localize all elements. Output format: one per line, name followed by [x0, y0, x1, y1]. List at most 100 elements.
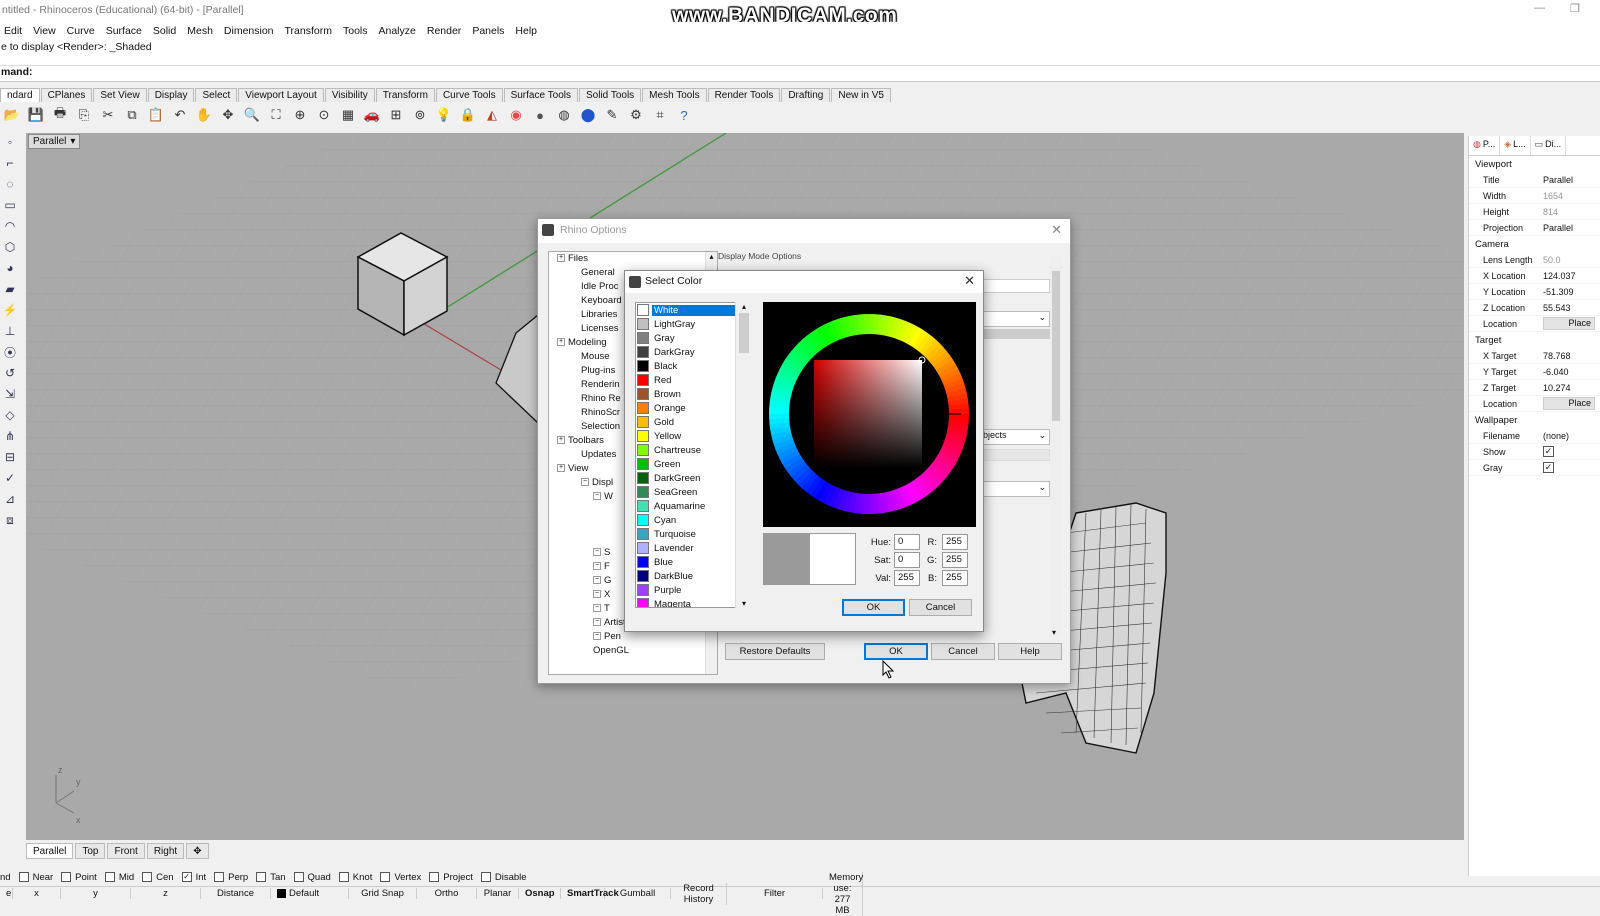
- property-value[interactable]: Parallel: [1543, 175, 1600, 185]
- hue-segment[interactable]: [769, 413, 790, 420]
- left-tool-18-icon[interactable]: ⧈: [2, 512, 18, 528]
- brush-icon[interactable]: ✎: [602, 105, 622, 125]
- menu-surface[interactable]: Surface: [102, 25, 149, 37]
- color-item-purple[interactable]: Purple: [636, 583, 751, 597]
- object-snap-icon[interactable]: ⊚: [410, 105, 430, 125]
- place-button[interactable]: Place: [1543, 317, 1595, 330]
- toolbar-tab-render-tools[interactable]: Render Tools: [707, 88, 781, 102]
- menu-view[interactable]: View: [29, 25, 63, 37]
- hue-segment[interactable]: [863, 314, 870, 335]
- status-grid-snap[interactable]: Grid Snap: [349, 888, 417, 899]
- color-item-black[interactable]: Black: [636, 359, 751, 373]
- property-value[interactable]: ✓: [1543, 462, 1600, 473]
- cancel-button[interactable]: Cancel: [931, 643, 995, 660]
- left-tool-0-icon[interactable]: ◦: [2, 134, 18, 150]
- left-tool-15-icon[interactable]: ⊟: [2, 449, 18, 465]
- menu-solid[interactable]: Solid: [149, 25, 183, 37]
- left-tool-17-icon[interactable]: ⊿: [2, 491, 18, 507]
- menu-dimension[interactable]: Dimension: [220, 25, 281, 37]
- restore-defaults-button[interactable]: Restore Defaults: [725, 643, 825, 660]
- toolbar-tab-solid-tools[interactable]: Solid Tools: [578, 88, 642, 102]
- tree-node[interactable]: + Files: [549, 252, 717, 266]
- left-tool-16-icon[interactable]: ✓: [2, 470, 18, 486]
- expand-icon[interactable]: −: [593, 492, 601, 501]
- tree-node[interactable]: − Pen: [549, 630, 717, 644]
- left-tool-8-icon[interactable]: ⚡: [2, 302, 18, 318]
- osnap-project[interactable]: Project: [429, 872, 473, 883]
- hue-input[interactable]: 0: [894, 534, 920, 550]
- color-item-green[interactable]: Green: [636, 457, 751, 471]
- osnap-checkbox[interactable]: [142, 872, 153, 882]
- property-value[interactable]: 78.768: [1543, 351, 1600, 361]
- status-planar[interactable]: Planar: [477, 888, 519, 899]
- status-record-history[interactable]: Record History: [671, 882, 727, 905]
- osnap-checkbox[interactable]: [256, 872, 267, 882]
- close-icon[interactable]: ✕: [964, 271, 975, 291]
- property-value[interactable]: -51.309: [1543, 287, 1600, 297]
- osnap-point[interactable]: Point: [61, 872, 97, 883]
- expand-icon[interactable]: −: [593, 576, 601, 585]
- color-cancel-button[interactable]: Cancel: [909, 599, 972, 616]
- settings-icon[interactable]: ⚙: [626, 105, 646, 125]
- save-icon[interactable]: 💾: [26, 105, 46, 125]
- menu-render[interactable]: Render: [423, 25, 468, 37]
- undo-icon[interactable]: ↶: [170, 105, 190, 125]
- color-item-gray[interactable]: Gray: [636, 331, 751, 345]
- r-input[interactable]: 255: [942, 534, 968, 550]
- panel-tab-1[interactable]: ◈ L...: [1500, 136, 1531, 155]
- menu-transform[interactable]: Transform: [281, 25, 339, 37]
- osnap-knot[interactable]: Knot: [338, 872, 372, 883]
- osnap-checkbox[interactable]: [214, 872, 225, 882]
- left-tool-12-icon[interactable]: ⇲: [2, 386, 18, 402]
- tree-node[interactable]: OpenGL: [549, 644, 717, 658]
- sat-input[interactable]: 0: [894, 552, 920, 568]
- print-icon[interactable]: 🖶: [50, 105, 70, 125]
- osnap-disable[interactable]: Disable: [480, 872, 527, 883]
- property-value[interactable]: 124.037: [1543, 271, 1600, 281]
- menu-curve[interactable]: Curve: [63, 25, 102, 37]
- osnap-mid[interactable]: Mid: [104, 872, 134, 883]
- menu-mesh[interactable]: Mesh: [183, 25, 220, 37]
- color-icon[interactable]: ◉: [506, 105, 526, 125]
- property-value[interactable]: ✓: [1543, 446, 1600, 457]
- menu-tools[interactable]: Tools: [339, 25, 375, 37]
- help-button[interactable]: Help: [998, 643, 1062, 660]
- osnap-perp[interactable]: Perp: [214, 872, 248, 883]
- property-value[interactable]: 55.543: [1543, 303, 1600, 313]
- property-value[interactable]: Place: [1543, 317, 1600, 330]
- viewport-tab-right[interactable]: Right: [146, 843, 185, 859]
- color-item-turquoise[interactable]: Turquoise: [636, 527, 751, 541]
- osnap-checkbox[interactable]: [480, 872, 491, 882]
- toolbar-tab-drafting[interactable]: Drafting: [781, 88, 831, 102]
- grid-icon[interactable]: ⌗: [650, 105, 670, 125]
- rendered-icon[interactable]: ⬤: [578, 105, 598, 125]
- expand-icon[interactable]: −: [593, 590, 601, 599]
- osnap-vertex[interactable]: Vertex: [380, 872, 421, 883]
- g-input[interactable]: 255: [942, 552, 968, 568]
- property-value[interactable]: (none): [1543, 431, 1600, 441]
- hue-segment[interactable]: [868, 493, 875, 514]
- toolbar-tab-visibility[interactable]: Visibility: [324, 88, 375, 102]
- left-tool-9-icon[interactable]: ⊥: [2, 323, 18, 339]
- left-tool-7-icon[interactable]: ▰: [2, 281, 18, 297]
- color-item-brown[interactable]: Brown: [636, 387, 751, 401]
- color-item-darkgreen[interactable]: DarkGreen: [636, 471, 751, 485]
- place-button[interactable]: Place: [1543, 397, 1595, 410]
- left-tool-6-icon[interactable]: ◕: [2, 260, 18, 276]
- command-line[interactable]: mand:: [0, 66, 1600, 82]
- left-tool-13-icon[interactable]: ◇: [2, 407, 18, 423]
- objects-dropdown[interactable]: bjects ⌄: [980, 429, 1050, 445]
- color-item-gold[interactable]: Gold: [636, 415, 751, 429]
- menu-analyze[interactable]: Analyze: [375, 25, 423, 37]
- toolbar-tab-display[interactable]: Display: [147, 88, 195, 102]
- expand-icon[interactable]: +: [557, 254, 565, 263]
- status-memory-use-277-mb[interactable]: Memory use: 277 MB: [823, 871, 863, 916]
- options-dropdown-2[interactable]: ⌄: [980, 481, 1050, 497]
- color-item-lavender[interactable]: Lavender: [636, 541, 751, 555]
- light-icon[interactable]: 💡: [434, 105, 454, 125]
- osnap-cen[interactable]: Cen: [142, 872, 174, 883]
- minimize-icon[interactable]: —: [1534, 2, 1545, 14]
- osnap-tan[interactable]: Tan: [256, 872, 286, 883]
- options-field[interactable]: [980, 279, 1050, 293]
- left-tool-1-icon[interactable]: ⌐: [2, 155, 18, 171]
